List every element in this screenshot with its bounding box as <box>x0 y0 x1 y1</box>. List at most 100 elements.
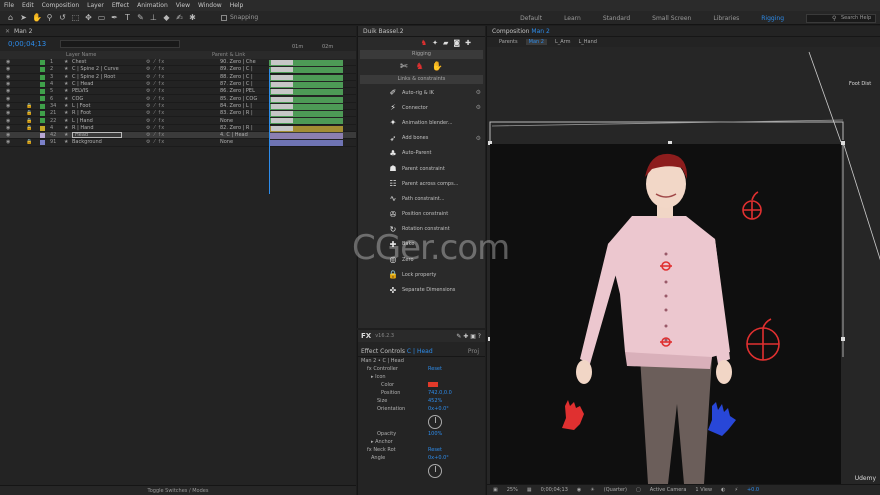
layer-duration-bar[interactable] <box>269 140 343 147</box>
brush-tool-icon[interactable]: ✎ <box>136 13 145 22</box>
parent-select[interactable]: 83. Zero | R | <box>220 110 262 116</box>
layer-switches[interactable]: ⚙ ⁄ fx <box>146 96 165 102</box>
camera-icon[interactable]: ◙ <box>453 39 460 47</box>
angle-dial[interactable] <box>428 414 442 429</box>
resolution-select[interactable]: (Quarter) <box>604 487 627 493</box>
layer-name[interactable]: C | Spine 2 | Root <box>72 74 142 80</box>
lock-icon[interactable]: 🔒 <box>26 139 32 145</box>
gear-icon[interactable]: ⚙ <box>476 135 481 142</box>
layer-duration-bar[interactable] <box>269 81 343 88</box>
eye-icon[interactable]: ◉ <box>6 88 10 94</box>
eye-icon[interactable]: ◉ <box>6 118 10 124</box>
zoom-level[interactable]: 25% <box>507 487 518 493</box>
layer-duration-bar[interactable] <box>269 103 343 110</box>
project-tab[interactable]: Proj <box>468 348 479 355</box>
duik-position-constraint-button[interactable]: ✇ Position constraint <box>358 207 485 222</box>
automation-icon[interactable]: ✦ <box>432 39 438 47</box>
home-icon[interactable]: ⌂ <box>6 13 15 22</box>
eye-icon[interactable]: ◉ <box>6 59 10 65</box>
layer-name[interactable]: R | Foot <box>72 110 142 116</box>
workspace-small-screen[interactable]: Small Screen <box>652 15 691 22</box>
parent-select[interactable]: 87. Zero | C | <box>220 81 262 87</box>
pen-tool-icon[interactable]: ✒ <box>110 13 119 22</box>
lock-icon[interactable]: 🔒 <box>26 103 32 109</box>
tools-icon[interactable]: ✚ <box>465 39 471 47</box>
composition-canvas[interactable] <box>490 144 841 484</box>
grid-icon[interactable]: ▦ <box>527 487 532 493</box>
menu-item-window[interactable]: Window <box>198 2 222 9</box>
menu-item-composition[interactable]: Composition <box>42 2 79 9</box>
menu-item-animation[interactable]: Animation <box>137 2 168 9</box>
menu-item-layer[interactable]: Layer <box>87 2 104 9</box>
duik-parent-constraint-button[interactable]: ☗ Parent constraint <box>358 161 485 176</box>
layer-switches[interactable]: ⚙ ⁄ fx <box>146 59 165 65</box>
timeline-tab[interactable]: ✕ Man 2 <box>0 26 356 37</box>
rigging-icon[interactable]: ♞ <box>421 39 427 47</box>
lock-icon[interactable]: 🔒 <box>26 118 32 124</box>
parent-select[interactable]: 86. Zero | PEL <box>220 88 262 94</box>
toggle-switches-modes[interactable]: Toggle Switches / Modes <box>148 488 209 494</box>
layer-switches[interactable]: ⚙ ⁄ fx <box>146 88 165 94</box>
color-icon[interactable]: ☀ <box>590 487 594 493</box>
clone-tool-icon[interactable]: ⊥ <box>149 13 158 22</box>
hand-tool-icon[interactable]: ✋ <box>32 13 42 22</box>
gear-icon[interactable]: ⚙ <box>476 89 481 96</box>
layer-switches[interactable]: ⚙ ⁄ fx <box>146 132 165 138</box>
eye-icon[interactable]: ◉ <box>6 81 10 87</box>
mask-tool-icon[interactable]: ▭ <box>97 13 106 22</box>
puppet-tool-icon[interactable]: ✱ <box>188 13 197 22</box>
roto-tool-icon[interactable]: ✍ <box>175 13 184 22</box>
layer-switches[interactable]: ⚙ ⁄ fx <box>146 66 165 72</box>
label-color-swatch[interactable] <box>40 74 45 80</box>
parent-select[interactable]: 85. Zero | COG <box>220 96 262 102</box>
fast-preview-icon[interactable]: ⚡ <box>734 487 738 493</box>
menu-item-file[interactable]: File <box>4 2 14 9</box>
layer-name[interactable]: PELVIS <box>72 88 142 94</box>
snapping-toggle[interactable]: Snapping <box>221 14 258 21</box>
parent-select[interactable]: 84. Zero | L | <box>220 103 262 109</box>
duik-animation-blender-button[interactable]: ✦ Animation blender... <box>358 115 485 130</box>
duik-connector-button[interactable]: ⚡ Connector ⚙ <box>358 100 485 115</box>
menu-item-view[interactable]: View <box>176 2 190 9</box>
eye-icon[interactable]: ◉ <box>6 103 10 109</box>
layer-switches[interactable]: ⚙ ⁄ fx <box>146 81 165 87</box>
composition-viewer[interactable]: Foot Dist <box>487 47 880 484</box>
property-value[interactable]: 742.0,0.0 <box>428 390 452 396</box>
label-color-swatch[interactable] <box>40 111 45 117</box>
layer-name[interactable]: C | Head <box>72 81 142 87</box>
workspace-learn[interactable]: Learn <box>564 15 581 22</box>
camera-tool-icon[interactable]: ⬚ <box>71 13 80 22</box>
label-color-swatch[interactable] <box>40 67 45 73</box>
lock-icon[interactable]: 🔒 <box>26 110 32 116</box>
parent-select[interactable]: 90. Zero | Che <box>220 59 262 65</box>
parent-select[interactable]: 82. Zero | R | <box>220 125 262 131</box>
parent-select[interactable]: 89. Zero | C | <box>220 66 262 72</box>
duik-auto-parent-button[interactable]: ♣ Auto-Parent <box>358 146 485 161</box>
layer-switches[interactable]: ⚙ ⁄ fx <box>146 103 165 109</box>
close-icon[interactable]: ✕ <box>5 28 10 35</box>
snapshot-icon[interactable]: ◉ <box>577 487 581 493</box>
layer-name[interactable]: Head <box>72 132 122 139</box>
parent-select[interactable]: 88. Zero | C | <box>220 74 262 80</box>
workspace-standard[interactable]: Standard <box>603 15 630 22</box>
effect-controls-tab[interactable]: Effect Controls C | Head <box>361 348 433 355</box>
eye-icon[interactable]: ◉ <box>6 74 10 80</box>
fx-bar-icons[interactable]: ✎ ✚ ▣ ? <box>456 333 485 340</box>
property-value[interactable]: 452% <box>428 398 442 404</box>
layer-name[interactable]: L | Hand <box>72 118 142 124</box>
parent-select[interactable]: 4. C | Head <box>220 132 262 138</box>
layer-duration-bar[interactable] <box>269 89 343 96</box>
label-color-swatch[interactable] <box>40 81 45 87</box>
layer-switches[interactable]: ⚙ ⁄ fx <box>146 125 165 131</box>
animation-icon[interactable]: ▰ <box>443 39 448 47</box>
reset-button[interactable]: Reset <box>428 366 442 372</box>
eye-icon[interactable]: ◉ <box>6 96 10 102</box>
eraser-tool-icon[interactable]: ◆ <box>162 13 171 22</box>
roi-icon[interactable]: ▢ <box>636 487 641 493</box>
exposure-value[interactable]: +0.0 <box>747 487 759 493</box>
selection-tool-icon[interactable]: ➤ <box>19 13 28 22</box>
workspace-default[interactable]: Default <box>520 15 542 22</box>
label-color-swatch[interactable] <box>40 60 45 65</box>
eye-icon[interactable]: ◉ <box>6 66 10 72</box>
rotate-tool-icon[interactable]: ↺ <box>58 13 67 22</box>
